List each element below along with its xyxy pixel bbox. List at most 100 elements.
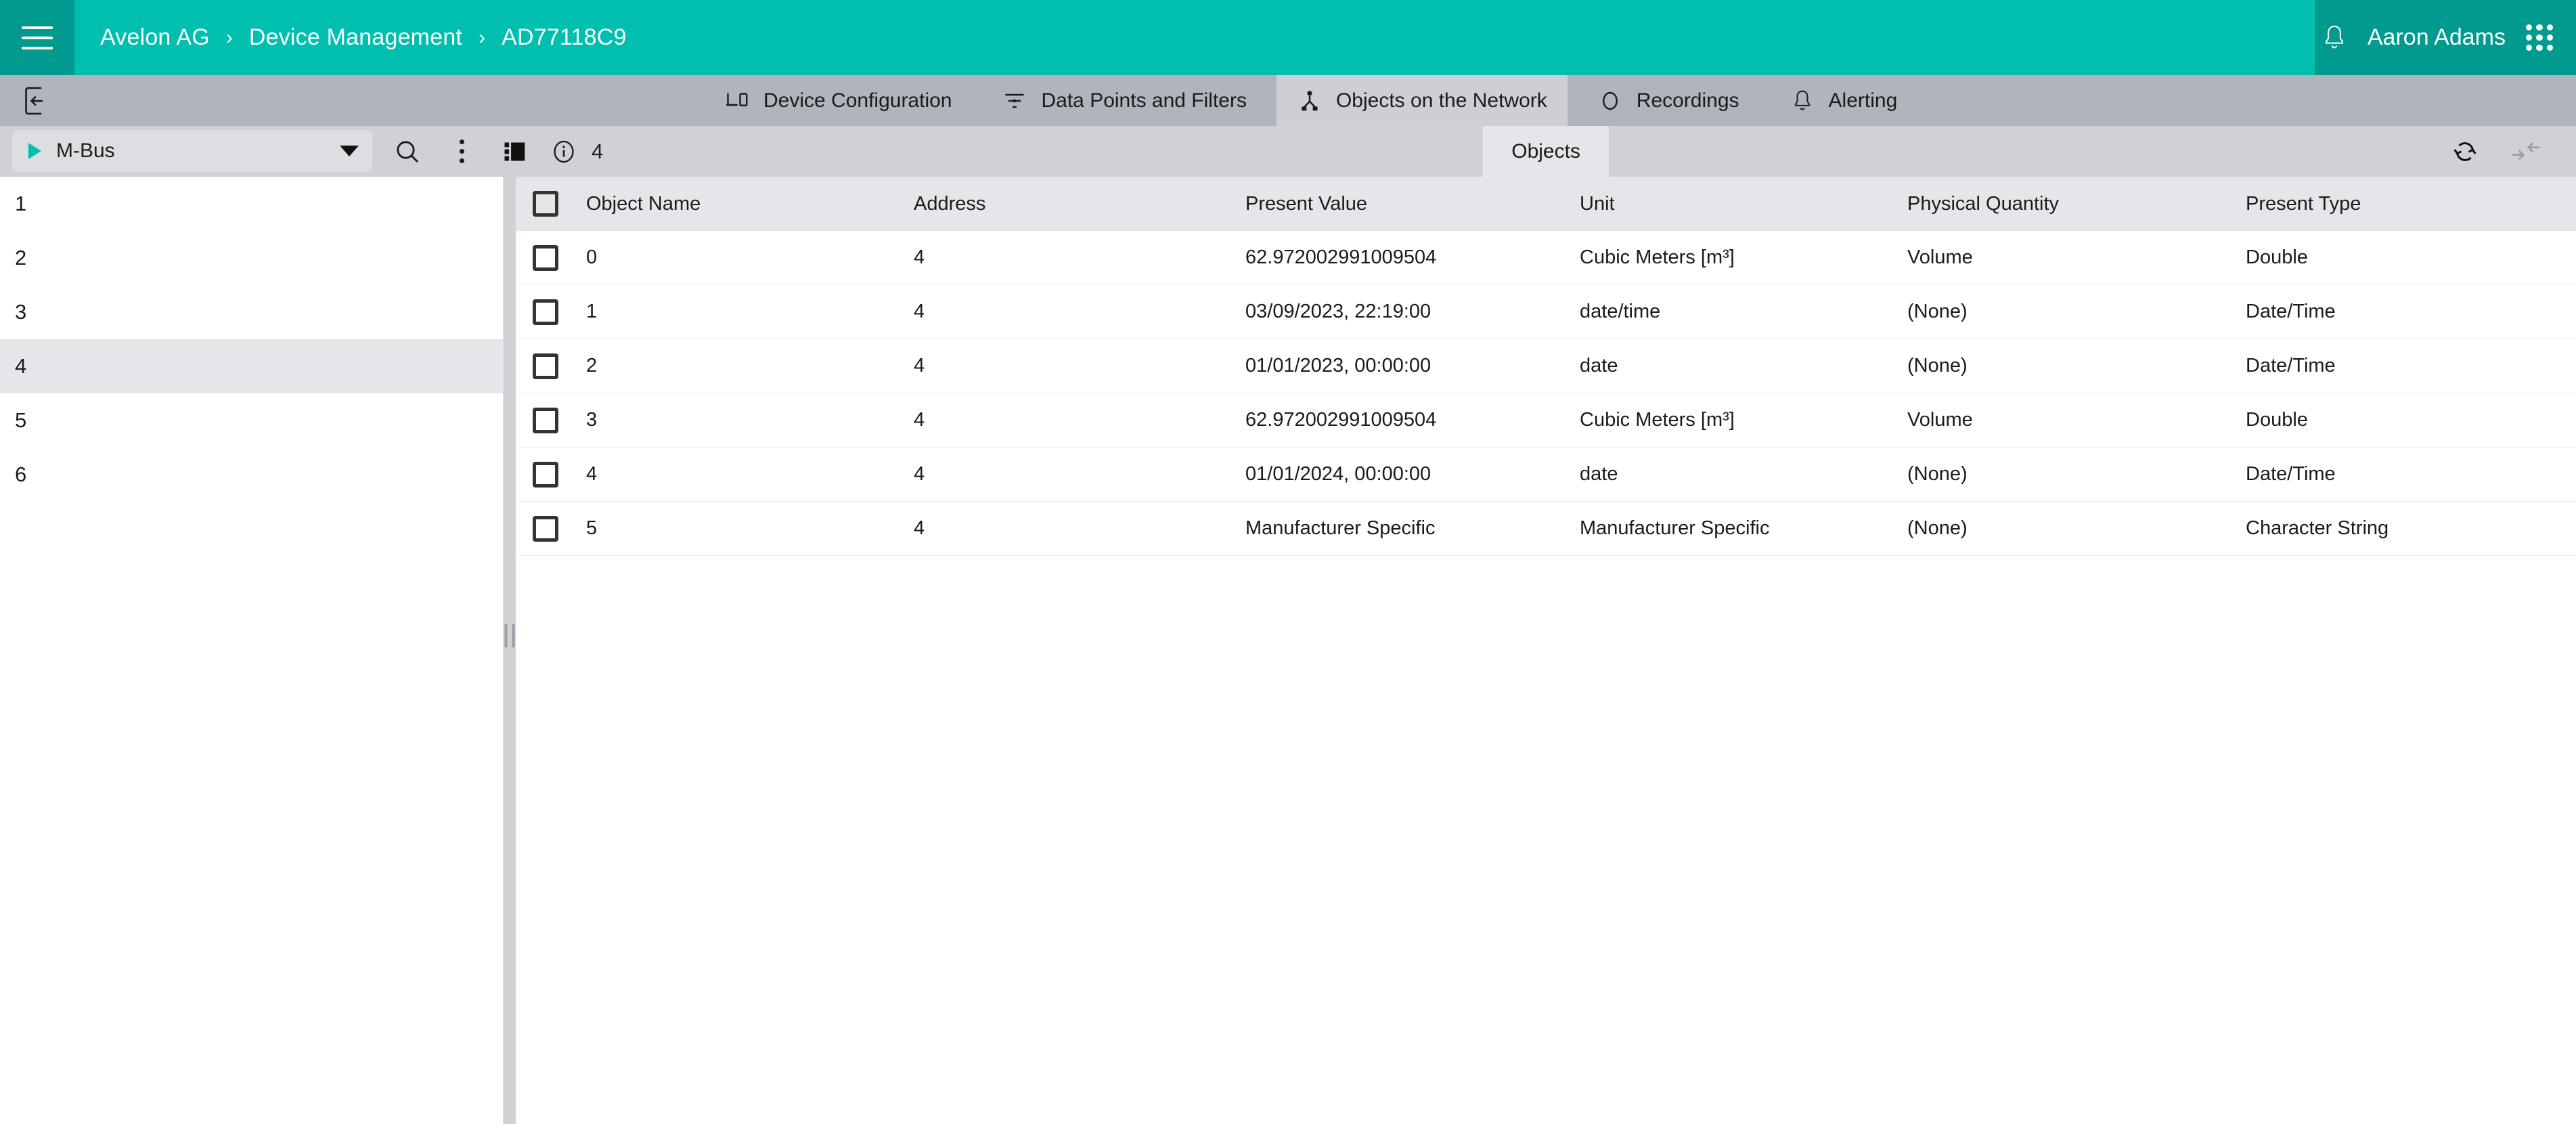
column-header-object-name[interactable]: Object Name (586, 193, 914, 215)
collapse-button[interactable] (2499, 139, 2553, 164)
tab-label: Device Configuration (763, 89, 952, 112)
cell-address: 4 (914, 409, 925, 431)
sub-tab-objects[interactable]: Objects (1483, 126, 1609, 177)
cell-physical-quantity: (None) (1907, 301, 1968, 322)
cell-present-value: 03/09/2023, 22:19:00 (1245, 301, 1431, 322)
list-item[interactable]: 2 (0, 231, 503, 285)
list-item-selected[interactable]: 4 (0, 339, 503, 393)
tab-label: Recordings (1636, 89, 1739, 112)
cell-unit: date (1580, 355, 1618, 376)
tab-data-points-and-filters[interactable]: Data Points and Filters (981, 75, 1266, 126)
bell-icon[interactable] (2322, 23, 2347, 53)
list-item[interactable]: 3 (0, 285, 503, 339)
sync-refresh-icon (2451, 138, 2479, 165)
cell-physical-quantity: (None) (1907, 355, 1968, 376)
user-name-label[interactable]: Aaron Adams (2368, 24, 2506, 51)
breadcrumb-separator-icon: › (225, 26, 233, 49)
header-actions: Aaron Adams (2315, 0, 2576, 75)
row-checkbox[interactable] (533, 515, 558, 542)
table-row[interactable]: 5 4 Manufacturer Specific Manufacturer S… (516, 502, 2576, 556)
row-checkbox[interactable] (533, 407, 558, 433)
tab-list: Device Configuration Data Points and Fil… (704, 75, 1917, 126)
cell-present-type: Double (2246, 246, 2308, 268)
tab-device-configuration[interactable]: Device Configuration (704, 75, 972, 126)
device-list-sidebar: 1 2 3 4 5 6 (0, 177, 504, 1124)
apps-grid-icon[interactable] (2526, 24, 2553, 51)
cell-address: 4 (914, 517, 925, 539)
app-header: Avelon AG › Device Management › AD77118C… (0, 0, 2576, 75)
row-select-cell (516, 515, 586, 542)
row-select-cell (516, 299, 586, 325)
content-area: 1 2 3 4 5 6 Object Name Address Present … (0, 177, 2576, 1124)
search-button[interactable] (380, 126, 435, 177)
cell-physical-quantity: Volume (1907, 246, 1973, 268)
toolbar-right-actions (2438, 126, 2576, 177)
list-item[interactable]: 5 (0, 393, 503, 448)
tab-alerting[interactable]: Alerting (1769, 75, 1918, 126)
menu-button[interactable] (0, 0, 74, 75)
cell-object-name: 1 (586, 301, 598, 322)
column-header-physical-quantity[interactable]: Physical Quantity (1907, 193, 2246, 215)
tab-label: Objects on the Network (1335, 89, 1547, 112)
breadcrumb-item-device-id[interactable]: AD77118C9 (502, 24, 627, 51)
breadcrumb-item-device-management[interactable]: Device Management (249, 24, 462, 51)
play-triangle-icon (28, 142, 41, 159)
select-all-checkbox[interactable] (533, 191, 558, 217)
column-header-present-type[interactable]: Present Type (2246, 193, 2576, 215)
column-header-present-value[interactable]: Present Value (1245, 193, 1580, 215)
column-header-address[interactable]: Address (914, 193, 1245, 215)
breadcrumb: Avelon AG › Device Management › AD77118C… (74, 0, 2315, 75)
panel-splitter[interactable] (504, 177, 516, 1124)
row-checkbox[interactable] (533, 461, 558, 488)
collapse-arrows-icon (2511, 139, 2541, 164)
splitter-grip-icon (504, 624, 515, 648)
list-item[interactable]: 1 (0, 177, 503, 231)
table-row[interactable]: 1 4 03/09/2023, 22:19:00 date/time (None… (516, 285, 2576, 339)
protocol-select-value: M-Bus (56, 139, 115, 162)
cell-object-name: 0 (586, 246, 598, 268)
cell-physical-quantity: (None) (1907, 517, 1968, 539)
tab-label: Data Points and Filters (1041, 89, 1247, 112)
row-checkbox[interactable] (533, 244, 558, 271)
row-select-cell (516, 244, 586, 271)
tab-recordings[interactable]: Recordings (1577, 75, 1760, 126)
sidebar-item-label: 2 (15, 246, 27, 269)
refresh-button[interactable] (2438, 138, 2492, 165)
tab-label: Alerting (1828, 89, 1898, 112)
row-select-cell (516, 407, 586, 433)
cell-unit: Manufacturer Specific (1580, 517, 1770, 539)
cell-present-value: 01/01/2024, 00:00:00 (1245, 463, 1431, 485)
more-options-button[interactable] (435, 126, 489, 177)
column-header-unit[interactable]: Unit (1580, 193, 1907, 215)
cell-present-value: 01/01/2023, 00:00:00 (1245, 355, 1431, 376)
tab-objects-on-the-network[interactable]: Objects on the Network (1276, 75, 1568, 126)
back-arrow-icon (24, 87, 51, 115)
layout-columns-icon (504, 140, 528, 163)
breadcrumb-item-organization[interactable]: Avelon AG (100, 24, 210, 51)
back-button[interactable] (0, 75, 74, 126)
protocol-select[interactable]: M-Bus (12, 129, 372, 172)
layout-toggle-button[interactable] (489, 126, 543, 177)
cell-present-type: Date/Time (2246, 301, 2336, 322)
table-row[interactable]: 2 4 01/01/2023, 00:00:00 date (None) Dat… (516, 339, 2576, 393)
protocol-select-wrapper: M-Bus (0, 126, 380, 177)
table-row[interactable]: 0 4 62.972002991009504 Cubic Meters [m³]… (516, 231, 2576, 285)
cell-unit: Cubic Meters [m³] (1580, 409, 1735, 431)
table-row[interactable]: 4 4 01/01/2024, 00:00:00 date (None) Dat… (516, 448, 2576, 502)
info-circle-icon[interactable] (551, 139, 577, 165)
cell-object-name: 2 (586, 355, 598, 376)
cell-address: 4 (914, 246, 925, 268)
cell-unit: date (1580, 463, 1618, 485)
cell-unit: Cubic Meters [m³] (1580, 246, 1735, 268)
cell-object-name: 5 (586, 517, 598, 539)
row-select-cell (516, 353, 586, 379)
row-checkbox[interactable] (533, 353, 558, 379)
cell-physical-quantity: (None) (1907, 463, 1968, 485)
cell-object-name: 4 (586, 463, 598, 485)
table-row[interactable]: 3 4 62.972002991009504 Cubic Meters [m³]… (516, 393, 2576, 448)
row-checkbox[interactable] (533, 299, 558, 325)
list-item[interactable]: 6 (0, 448, 503, 502)
cell-present-value: 62.972002991009504 (1245, 409, 1437, 431)
cell-unit: date/time (1580, 301, 1661, 322)
sub-tab-label: Objects (1511, 139, 1580, 163)
